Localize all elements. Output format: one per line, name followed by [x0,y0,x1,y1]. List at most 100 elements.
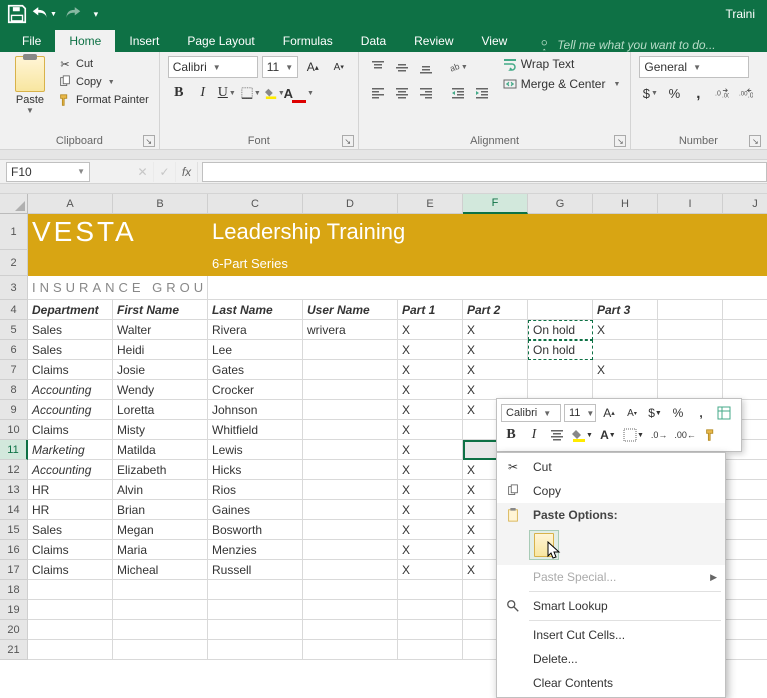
cell[interactable] [208,580,303,600]
cell[interactable]: Crocker [208,380,303,400]
cell[interactable]: Accounting [28,400,113,420]
cell[interactable] [658,360,723,380]
cell[interactable]: Leadership Training [208,214,767,250]
row-header[interactable]: 12 [0,460,28,480]
col-header[interactable]: G [528,194,593,214]
redo-icon[interactable] [61,3,83,25]
cell[interactable] [28,620,113,640]
align-top-icon[interactable] [367,56,389,78]
cell[interactable]: Claims [28,540,113,560]
cell[interactable]: Matilda [113,440,208,460]
cell[interactable] [113,640,208,660]
font-color-button[interactable]: A▼ [288,82,310,104]
row-header[interactable]: 14 [0,500,28,520]
cell[interactable]: Menzies [208,540,303,560]
cell[interactable]: Russell [208,560,303,580]
cell[interactable] [303,420,398,440]
number-format-combo[interactable]: General▼ [639,56,749,78]
mini-align-center-icon[interactable] [547,425,567,445]
cell[interactable]: Misty [113,420,208,440]
row-header[interactable]: 2 [0,250,28,276]
cell[interactable]: 6-Part Series [208,250,767,276]
cell[interactable]: X [398,540,463,560]
cell[interactable]: X [398,380,463,400]
cm-clear-contents[interactable]: Clear Contents [497,671,725,695]
cell[interactable]: Claims [28,420,113,440]
cell[interactable] [303,540,398,560]
cm-cut[interactable]: ✂ Cut [497,455,725,479]
mini-bold-icon[interactable]: B [501,425,521,445]
row-header[interactable]: 6 [0,340,28,360]
cell[interactable] [658,340,723,360]
cell[interactable] [113,600,208,620]
cell[interactable] [28,250,208,276]
row-header[interactable]: 20 [0,620,28,640]
percent-format-button[interactable]: % [663,82,685,104]
mini-dec-decimal-icon[interactable]: .00← [672,425,698,445]
cell[interactable]: wrivera [303,320,398,340]
cell[interactable]: X [398,440,463,460]
mini-fill-icon[interactable]: ▼ [570,425,595,445]
cell[interactable] [723,520,767,540]
comma-format-button[interactable]: , [687,82,709,104]
cell[interactable]: Lee [208,340,303,360]
cell[interactable] [658,300,723,320]
cell[interactable]: On hold [528,320,593,340]
row-header[interactable]: 18 [0,580,28,600]
cell[interactable]: HR [28,500,113,520]
cell[interactable] [723,320,767,340]
accounting-format-button[interactable]: $▼ [639,82,661,104]
font-size-combo[interactable]: 11▼ [262,56,298,78]
cell[interactable] [723,460,767,480]
cell[interactable]: Micheal [113,560,208,580]
cell[interactable]: Sales [28,340,113,360]
cell[interactable]: Claims [28,560,113,580]
col-header[interactable]: H [593,194,658,214]
cell[interactable] [303,620,398,640]
cell[interactable]: X [593,320,658,340]
cell[interactable]: X [463,360,528,380]
cell[interactable] [303,480,398,500]
cell[interactable]: VESTA [28,214,208,250]
cell[interactable]: First Name [113,300,208,320]
dialog-launcher-icon[interactable]: ↘ [342,135,354,147]
cell[interactable]: Heidi [113,340,208,360]
mini-percent-icon[interactable]: % [668,403,688,423]
font-name-combo[interactable]: Calibri▼ [168,56,258,78]
cell[interactable]: Gates [208,360,303,380]
tab-insert[interactable]: Insert [115,30,173,52]
cell[interactable] [303,440,398,460]
decrease-font-icon[interactable]: A▾ [328,56,350,78]
mini-shrink-font-icon[interactable]: A▾ [622,403,642,423]
mini-size-combo[interactable]: 11▼ [564,404,596,422]
bold-button[interactable]: B [168,82,190,104]
cell[interactable]: Elizabeth [113,460,208,480]
col-header[interactable]: B [113,194,208,214]
cell[interactable] [723,300,767,320]
cell[interactable]: Gaines [208,500,303,520]
cell[interactable]: X [463,340,528,360]
tab-home[interactable]: Home [55,30,115,52]
cell[interactable]: Maria [113,540,208,560]
name-box[interactable]: F10 ▼ [6,162,90,182]
mini-format-painter-icon[interactable] [701,425,721,445]
cell[interactable]: X [398,500,463,520]
cell[interactable] [28,580,113,600]
cell[interactable]: Lewis [208,440,303,460]
col-header[interactable]: D [303,194,398,214]
cell[interactable] [658,320,723,340]
cell[interactable]: X [398,460,463,480]
cell[interactable] [723,340,767,360]
cell[interactable] [398,600,463,620]
cell[interactable] [658,380,723,400]
row-header[interactable]: 4 [0,300,28,320]
cell[interactable] [303,500,398,520]
cell[interactable] [208,276,767,300]
row-header[interactable]: 10 [0,420,28,440]
cell[interactable]: X [463,320,528,340]
cell[interactable] [723,640,767,660]
cell[interactable] [303,600,398,620]
cell[interactable] [398,580,463,600]
cell[interactable] [528,360,593,380]
cell[interactable]: Whitfield [208,420,303,440]
